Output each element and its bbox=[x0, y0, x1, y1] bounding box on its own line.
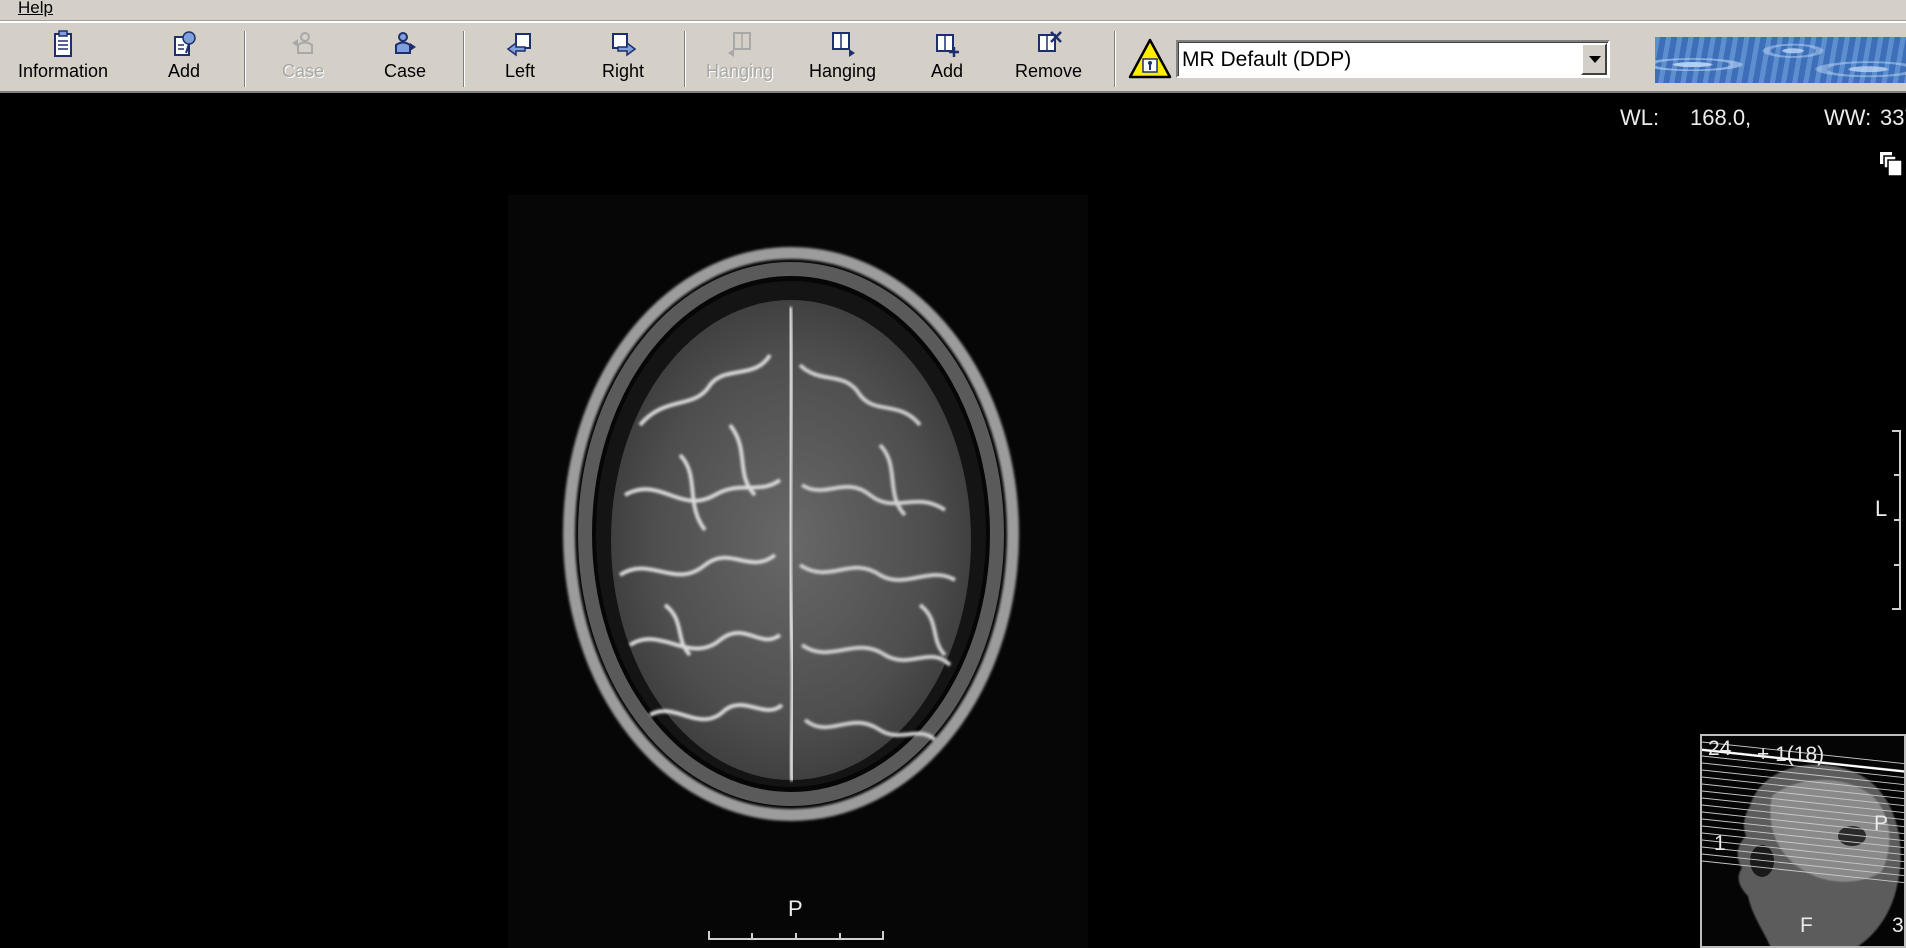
add-hanging-button-label: Add bbox=[931, 61, 964, 81]
case-back-icon bbox=[292, 32, 314, 54]
toolbar-separator bbox=[684, 31, 686, 87]
menu-help-label: Help bbox=[18, 0, 53, 17]
scout-bottom-right-marker: 3 bbox=[1892, 914, 1904, 937]
warning-icon[interactable] bbox=[1128, 37, 1172, 81]
scout-reference-line: + 1(18) bbox=[1757, 743, 1825, 766]
remove-hanging-button-label: Remove bbox=[1015, 61, 1083, 81]
rotate-right-button-label: Right bbox=[602, 61, 645, 81]
information-button[interactable]: Information bbox=[18, 29, 108, 89]
add-hanging-button[interactable]: Add bbox=[931, 29, 963, 89]
add-hanging-icon bbox=[936, 34, 960, 57]
rotate-left-button-label: Left bbox=[505, 61, 536, 81]
arrow-left-icon bbox=[506, 33, 532, 57]
clipboard-icon bbox=[54, 30, 73, 57]
scout-bottom-marker: F bbox=[1800, 914, 1813, 937]
window-width-value: 337.0 bbox=[1880, 105, 1906, 130]
rotate-right-button[interactable]: Right bbox=[602, 29, 644, 89]
previous-hanging-button-label: Hanging bbox=[706, 61, 774, 81]
window-level-value: 168.0, bbox=[1690, 105, 1752, 130]
add-note-button-label: Add bbox=[168, 61, 201, 81]
menu-bar: Help bbox=[0, 0, 1906, 21]
next-case-button[interactable]: Case bbox=[384, 29, 426, 89]
hanging-back-icon bbox=[727, 32, 751, 57]
chevron-down-icon[interactable] bbox=[1581, 43, 1607, 75]
mr-axial-image bbox=[508, 195, 1088, 948]
previous-case-button-label: Case bbox=[282, 61, 325, 81]
scout-localizer[interactable]: 24 + 1(18) 1 P F 3 bbox=[1700, 734, 1906, 948]
window-level-label: WL: bbox=[1620, 105, 1660, 130]
rotate-left-button[interactable]: Left bbox=[505, 29, 535, 89]
vertical-scale-ruler bbox=[1892, 430, 1901, 610]
brand-logo bbox=[1655, 37, 1906, 83]
previous-hanging-button[interactable]: Hanging bbox=[706, 29, 773, 89]
arrow-right-icon bbox=[612, 33, 637, 57]
menu-help[interactable]: Help bbox=[16, 0, 55, 18]
protocol-select-value: MR Default (DDP) bbox=[1182, 48, 1352, 71]
image-viewport[interactable]: WL: 168.0, WW: 337.0 bbox=[0, 95, 1906, 948]
information-button-label: Information bbox=[18, 61, 109, 81]
case-forward-icon bbox=[395, 32, 417, 54]
toolbar-separator bbox=[244, 31, 246, 87]
hanging-forward-icon bbox=[831, 32, 855, 57]
window-width-label: WW: bbox=[1824, 105, 1872, 130]
add-note-button[interactable]: Add bbox=[168, 29, 200, 89]
layout-toggle-icon[interactable] bbox=[1878, 150, 1906, 180]
radiology-viewer-window: Help Information Add Case Case Left Righ… bbox=[0, 0, 1906, 948]
remove-hanging-icon bbox=[1037, 31, 1062, 52]
toolbar: Information Add Case Case Left Right Han… bbox=[0, 21, 1906, 93]
horizontal-scale-ruler bbox=[708, 931, 884, 940]
next-hanging-button[interactable]: Hanging bbox=[809, 29, 876, 89]
toolbar-separator bbox=[1114, 31, 1116, 87]
scout-slice-count: 24 bbox=[1708, 737, 1732, 760]
remove-hanging-button[interactable]: Remove bbox=[1015, 29, 1082, 89]
orientation-bottom-marker: P bbox=[788, 896, 803, 921]
next-hanging-button-label: Hanging bbox=[809, 61, 877, 81]
scout-right-marker: P bbox=[1874, 812, 1889, 835]
next-case-button-label: Case bbox=[384, 61, 427, 81]
protocol-select[interactable]: MR Default (DDP) bbox=[1176, 40, 1610, 78]
scout-left-marker: 1 bbox=[1714, 832, 1726, 855]
previous-case-button[interactable]: Case bbox=[282, 29, 324, 89]
toolbar-separator bbox=[463, 31, 465, 87]
add-note-icon bbox=[174, 31, 196, 56]
